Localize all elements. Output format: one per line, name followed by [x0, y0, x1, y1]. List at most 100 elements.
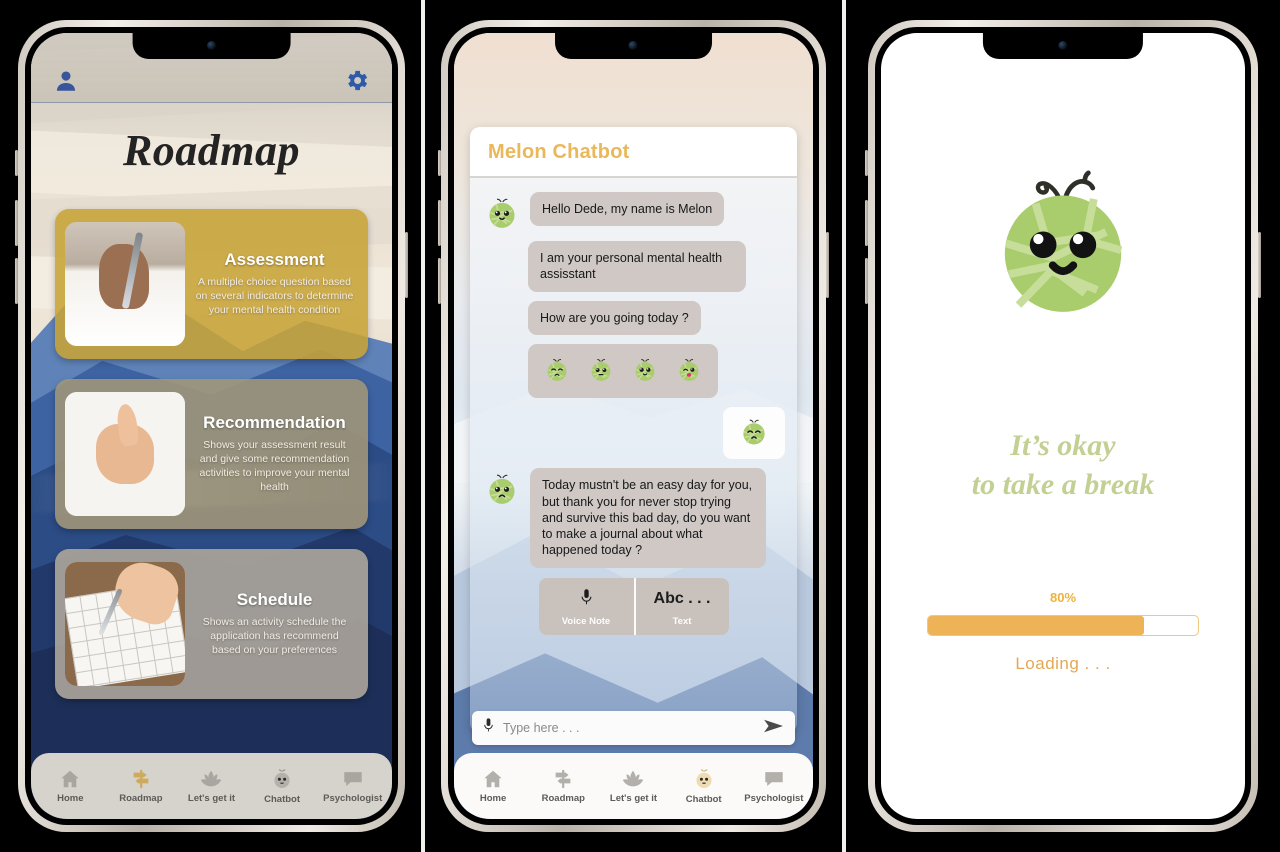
chat-title: Melon Chatbot: [488, 141, 630, 163]
chat-input-bar[interactable]: Type here . . .: [472, 711, 795, 745]
mute-switch[interactable]: [15, 150, 18, 176]
microphone-icon: [543, 588, 630, 610]
panel-divider: [421, 0, 425, 852]
volume-down-button[interactable]: [865, 258, 868, 304]
melon-happy-icon[interactable]: [630, 354, 660, 388]
power-button[interactable]: [826, 232, 829, 298]
sidebar-item-home[interactable]: Home: [35, 768, 106, 804]
sidebar-item-chatbot[interactable]: Chatbot: [247, 767, 318, 805]
nav-label: Chatbot: [264, 794, 301, 805]
phone-panel-loading: It’s okay to take a break 80% Loading . …: [846, 0, 1280, 852]
sidebar-item-roadmap[interactable]: Roadmap: [528, 768, 598, 804]
power-button[interactable]: [1258, 232, 1261, 298]
nav-label: Let's get it: [609, 793, 658, 804]
power-button[interactable]: [405, 232, 408, 298]
volume-down-button[interactable]: [15, 258, 18, 304]
message-row-outgoing: [482, 407, 785, 460]
sidebar-item-home[interactable]: Home: [458, 768, 528, 804]
sidebar-item-psychologist[interactable]: Psychologist: [317, 768, 388, 804]
screenshot-stage: Roadmap Assessment A multiple choice que…: [0, 0, 1280, 852]
chat-sticker-user: [723, 407, 785, 460]
nav-label: Psychologist: [323, 793, 383, 804]
mood-picker[interactable]: [528, 343, 718, 398]
sidebar-item-roadmap[interactable]: Roadmap: [106, 768, 177, 804]
phone-frame: Melon Chatbot Hello Dede, my name is Mel…: [438, 20, 829, 832]
gear-icon[interactable]: [343, 67, 370, 94]
phone-notch: [132, 33, 291, 59]
melon-neutral-icon[interactable]: [586, 354, 616, 388]
mute-switch[interactable]: [865, 150, 868, 176]
melon-sad-icon[interactable]: [542, 354, 572, 388]
quote-line-2: to take a break: [971, 468, 1155, 501]
nav-label: Chatbot: [685, 794, 722, 805]
panel-divider: [842, 0, 846, 852]
sidebar-item-psychologist[interactable]: Psychologist: [739, 768, 809, 804]
melon-happy-icon: [482, 192, 522, 232]
nav-label: Roadmap: [119, 793, 163, 804]
melon-very-happy-icon[interactable]: [674, 354, 704, 388]
encouragement-text: It’s okay to take a break: [972, 426, 1154, 504]
quote-line-1: It’s okay: [1010, 429, 1116, 462]
chat-bubble-bot: Today mustn't be an easy day for you, bu…: [530, 468, 767, 568]
phone-panel-roadmap: Roadmap Assessment A multiple choice que…: [0, 0, 421, 852]
mute-switch[interactable]: [438, 150, 441, 176]
phone-frame: It’s okay to take a break 80% Loading . …: [865, 20, 1261, 832]
bottom-navigation: Home Roadmap Let's get it Chatbot Psycho…: [454, 753, 813, 819]
card-description: Shows your assessment result and give so…: [199, 439, 350, 493]
message-row: I am your personal mental health assisst…: [482, 241, 785, 292]
progress-bar: [927, 615, 1199, 636]
nav-label: Roadmap: [541, 793, 585, 804]
volume-up-button[interactable]: [438, 200, 441, 246]
message-row: Hello Dede, my name is Melon: [482, 192, 785, 232]
melon-sad-icon: [737, 419, 771, 451]
nav-label: Home: [479, 793, 507, 804]
volume-up-button[interactable]: [865, 200, 868, 246]
progress-percent-label: 80%: [1049, 590, 1077, 605]
thumbs-up-photo: [65, 392, 185, 516]
sidebar-item-chatbot[interactable]: Chatbot: [669, 767, 739, 805]
sidebar-item-lets-get-it[interactable]: Let's get it: [176, 768, 247, 804]
melon-sad-icon: [482, 468, 522, 508]
roadmap-card-schedule[interactable]: Schedule Shows an activity schedule the …: [55, 549, 368, 699]
volume-down-button[interactable]: [438, 258, 441, 304]
reply-mode-selector: Voice Note Abc . . . Text: [538, 577, 729, 635]
chat-input-placeholder[interactable]: Type here . . .: [503, 721, 755, 735]
nav-label: Home: [57, 793, 84, 804]
roadmap-card-assessment[interactable]: Assessment A multiple choice question ba…: [55, 209, 368, 359]
card-description: Shows an activity schedule the applicati…: [202, 616, 347, 656]
nav-label: Let's get it: [187, 793, 236, 804]
melon-happy-icon: [979, 151, 1147, 334]
writing-hand-photo: [65, 222, 185, 346]
roadmap-screen: Roadmap Assessment A multiple choice que…: [31, 33, 392, 819]
phone-panel-chatbot: Melon Chatbot Hello Dede, my name is Mel…: [425, 0, 842, 852]
volume-up-button[interactable]: [15, 200, 18, 246]
chat-bubble-bot: I am your personal mental health assisst…: [528, 241, 747, 292]
message-row: How are you going today ?: [482, 300, 785, 335]
phone-frame: Roadmap Assessment A multiple choice que…: [15, 20, 408, 832]
loading-label: Loading . . .: [1015, 654, 1111, 673]
roadmap-card-list: Assessment A multiple choice question ba…: [31, 209, 392, 753]
voice-note-option[interactable]: Voice Note: [539, 578, 634, 635]
user-icon[interactable]: [53, 68, 79, 94]
microphone-icon[interactable]: [482, 717, 495, 740]
message-row: Today mustn't be an easy day for you, bu…: [482, 468, 785, 568]
roadmap-card-recommendation[interactable]: Recommendation Shows your assessment res…: [55, 379, 368, 529]
sidebar-item-lets-get-it[interactable]: Let's get it: [598, 768, 668, 804]
card-description: A multiple choice question based on seve…: [195, 276, 354, 316]
page-title: Roadmap: [122, 126, 301, 175]
message-list: Hello Dede, my name is Melon I am your p…: [470, 178, 797, 733]
send-icon[interactable]: [763, 717, 785, 740]
chat-panel: Melon Chatbot Hello Dede, my name is Mel…: [470, 127, 797, 733]
text-option[interactable]: Abc . . . Text: [633, 577, 729, 635]
text-label: Text: [672, 615, 692, 627]
phone-notch: [554, 33, 713, 59]
message-row: [482, 343, 785, 398]
phone-notch: [982, 33, 1144, 59]
progress-bar-fill: [928, 616, 1144, 635]
loading-screen: It’s okay to take a break 80% Loading . …: [881, 33, 1245, 819]
chatbot-screen: Melon Chatbot Hello Dede, my name is Mel…: [454, 33, 813, 819]
chat-bubble-bot: How are you going today ?: [528, 300, 701, 335]
card-title: Assessment: [224, 250, 325, 270]
chat-header: Melon Chatbot: [470, 127, 797, 178]
card-title: Recommendation: [203, 413, 346, 433]
